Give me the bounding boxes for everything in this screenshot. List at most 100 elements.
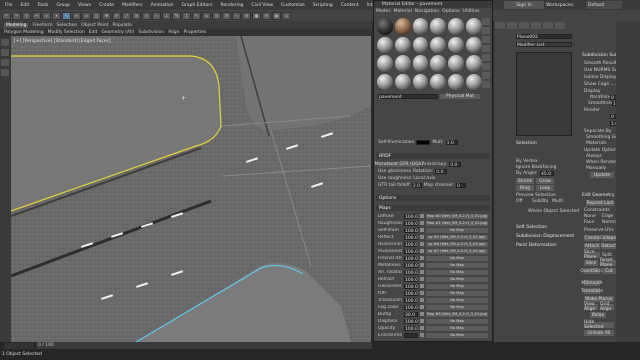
map-amount[interactable]: 30.0: [404, 311, 418, 318]
utilities-tab-icon[interactable]: [555, 22, 565, 29]
map-slot-button[interactable]: No Map: [426, 304, 488, 310]
map-amount[interactable]: 100.0: [404, 255, 418, 262]
sample-type-icon[interactable]: [482, 18, 490, 25]
preserve-uvs-checkbox[interactable]: Preserve UVs: [584, 227, 614, 233]
material-type-button[interactable]: Physical Mat: [440, 93, 480, 99]
map-enable-checkbox[interactable]: [420, 242, 424, 246]
attach-button[interactable]: Attach: [584, 243, 600, 249]
map-amount[interactable]: 100.0: [404, 241, 418, 248]
schematic-icon[interactable]: ⊞: [242, 11, 251, 20]
redo-icon[interactable]: ↷: [12, 11, 21, 20]
by-angle-label[interactable]: By Angle:: [516, 170, 538, 176]
map-amount[interactable]: 100.0: [404, 304, 418, 311]
tab-selection[interactable]: Selection: [57, 23, 78, 28]
subtab-properties[interactable]: Properties: [183, 30, 206, 35]
map-amount[interactable]: 100.0: [404, 290, 418, 297]
map-enable-checkbox[interactable]: [420, 312, 424, 316]
map-slot-button[interactable]: No Map: [426, 276, 488, 282]
subtab-polygon-modeling[interactable]: Polygon Modeling: [4, 30, 44, 35]
motion-tab-icon[interactable]: [531, 22, 541, 29]
sample-slot[interactable]: [466, 18, 482, 35]
quickslice-button[interactable]: QuickSlice: [580, 268, 604, 274]
sample-slot[interactable]: [394, 18, 411, 35]
smooth-result-checkbox[interactable]: Smooth Result: [584, 60, 617, 66]
viewport-label[interactable]: [+] [Perspective] [Standard] [Edged Face…: [14, 39, 111, 44]
workspace-dropdown[interactable]: Default: [586, 1, 622, 9]
link-icon[interactable]: ⚲: [22, 11, 31, 20]
subtab-subdivision[interactable]: Subdivision: [138, 30, 164, 35]
select-object-icon[interactable]: ↖: [62, 11, 71, 20]
sample-slot[interactable]: [466, 73, 482, 90]
map-amount[interactable]: 100.0: [404, 213, 418, 220]
map-enable-checkbox[interactable]: [420, 291, 424, 295]
view-align-button[interactable]: View Align: [584, 302, 598, 312]
map-slot-button[interactable]: No Map: [426, 325, 488, 331]
sample-slot[interactable]: [448, 73, 465, 90]
display-icon[interactable]: [1, 59, 9, 66]
use-roughness-radio[interactable]: Use roughness: [378, 176, 411, 181]
selection-header[interactable]: Selection: [516, 140, 537, 146]
map-slot-button[interactable]: Map #8 (Wet_SM_4.2-H_3_01.jpg): [426, 311, 488, 317]
menu-scripting[interactable]: Scripting: [310, 3, 336, 8]
menu-modifiers[interactable]: Modifiers: [119, 3, 146, 8]
menu-create[interactable]: Create: [96, 3, 117, 8]
sample-slot[interactable]: [377, 36, 393, 53]
map-channel-value[interactable]: 0: [456, 182, 467, 189]
spinner-snap-icon[interactable]: ↕: [182, 11, 191, 20]
maps-section[interactable]: Maps: [376, 205, 490, 211]
options-section[interactable]: Options: [376, 195, 490, 201]
map-amount[interactable]: 100.0: [404, 276, 418, 283]
menu-material[interactable]: Material: [394, 9, 412, 14]
map-enable-checkbox[interactable]: [420, 214, 424, 218]
map-slot-button[interactable]: No Map: [426, 269, 488, 275]
menu-modes[interactable]: Modes: [376, 9, 391, 14]
command-panel-scrollbar[interactable]: [616, 21, 640, 342]
mirror-icon[interactable]: ⇋: [202, 11, 211, 20]
edit-geometry-header[interactable]: Edit Geometry: [582, 192, 615, 198]
background-icon[interactable]: [482, 36, 490, 43]
map-slot-button[interactable]: sp #6 (Wet_SM_4.2-H_3_03.jpg): [426, 241, 488, 247]
anisotropy-value[interactable]: 0.0: [449, 161, 462, 168]
modifier-stack[interactable]: [516, 52, 572, 136]
map-slot-button[interactable]: No Map: [426, 297, 488, 303]
rotate-icon[interactable]: ⟳: [112, 11, 121, 20]
map-amount[interactable]: 100.0: [404, 325, 418, 332]
gtr-value[interactable]: 2.0: [411, 182, 422, 189]
relax-button[interactable]: Relax: [590, 312, 606, 318]
map-enable-checkbox[interactable]: [420, 228, 424, 232]
sample-slot[interactable]: [448, 55, 465, 72]
map-enable-checkbox[interactable]: [420, 284, 424, 288]
map-slot-button[interactable]: Map #1 (Wet_SM_4.2-H_3_01.jpg): [426, 220, 488, 226]
curve-editor-icon[interactable]: ∿: [232, 11, 241, 20]
select-by-name-icon[interactable]: ≡: [72, 11, 81, 20]
map-slot-button[interactable]: No Map: [426, 332, 488, 338]
material-navigator-icon[interactable]: [482, 81, 490, 88]
tab-populate[interactable]: Populate: [113, 23, 133, 28]
material-editor-icon[interactable]: ●: [252, 11, 261, 20]
sample-slot[interactable]: [394, 36, 411, 53]
backlight-icon[interactable]: [482, 27, 490, 34]
map-slot-button[interactable]: sp #7 (Wet_SM_4.2-H_3_04.jpg): [426, 248, 488, 254]
sample-slot[interactable]: [412, 55, 429, 72]
render-icon[interactable]: ☕: [282, 11, 291, 20]
menu-navigation[interactable]: Navigation: [415, 9, 439, 14]
map-slot-button[interactable]: No Map: [426, 255, 488, 261]
map-enable-checkbox[interactable]: [420, 235, 424, 239]
update-button[interactable]: Update: [590, 172, 614, 178]
sample-slot[interactable]: [412, 36, 429, 53]
soft-selection-header[interactable]: Soft Selection: [516, 224, 547, 230]
map-enable-checkbox[interactable]: [420, 305, 424, 309]
map-enable-checkbox[interactable]: [420, 333, 424, 337]
hierarchy-tab-icon[interactable]: [519, 22, 529, 29]
sample-slot[interactable]: [466, 36, 482, 53]
selection-filter-icon[interactable]: ▾: [52, 11, 61, 20]
uv-tiling-icon[interactable]: [482, 45, 490, 52]
collapse-button[interactable]: Collapse: [599, 235, 619, 241]
hierarchy-icon[interactable]: [1, 49, 9, 56]
grid-align-button[interactable]: Grid Align: [600, 302, 614, 312]
sample-slot[interactable]: [448, 18, 465, 35]
render-frame-icon[interactable]: ▣: [272, 11, 281, 20]
constraint-face-radio[interactable]: Face: [584, 219, 594, 225]
sample-slot[interactable]: [377, 18, 393, 35]
menu-animation[interactable]: Animation: [148, 3, 177, 8]
